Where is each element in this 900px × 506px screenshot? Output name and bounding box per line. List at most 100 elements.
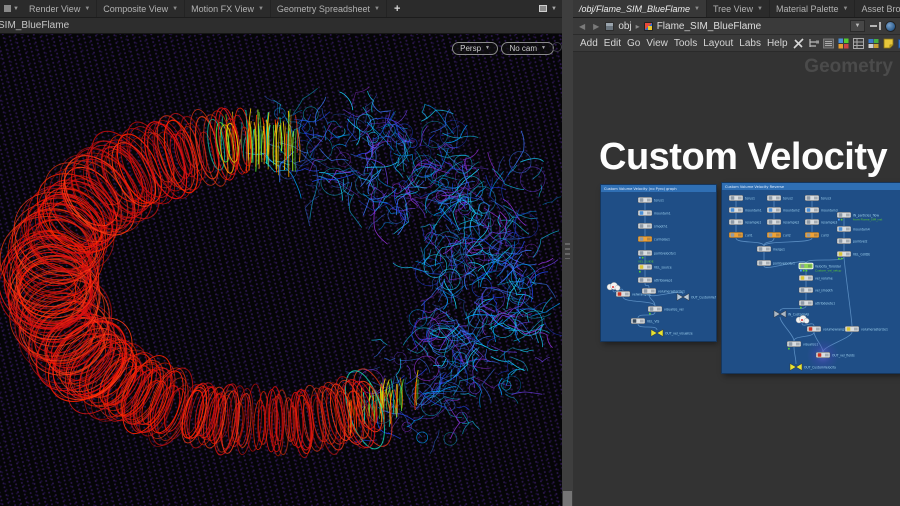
viewport-radial-icon[interactable] — [552, 42, 562, 52]
svg-text:smooth1: smooth1 — [654, 224, 668, 228]
viewer-path-bar[interactable]: SIM_BlueFlame — [0, 18, 562, 34]
tutorial-title: Custom Velocity — [599, 136, 887, 179]
svg-text:volumerasterize1: volumerasterize1 — [861, 327, 888, 331]
svg-text:resample3: resample3 — [821, 220, 837, 224]
breadcrumb-current[interactable]: Flame_SIM_BlueFlame — [657, 21, 761, 32]
svg-text:curlnoise1: curlnoise1 — [654, 237, 670, 241]
svg-text:merge1: merge1 — [773, 247, 785, 251]
pin-path-icon[interactable] — [869, 21, 881, 31]
scene-viewport[interactable]: Persp ▼ No cam ▼ — [0, 34, 562, 506]
custom-velocity-graph-2-canvas[interactable]: Custom Volume Velocity Reversetorus1moun… — [722, 183, 900, 373]
svg-text:mountain1: mountain1 — [654, 211, 671, 215]
path-dropdown-button[interactable]: ▼ — [850, 20, 865, 32]
tree-list-icon[interactable] — [807, 37, 820, 50]
svg-text:resample1: resample1 — [745, 220, 761, 224]
sticky-note-icon[interactable] — [882, 37, 895, 50]
breadcrumb-root[interactable]: obj — [618, 21, 631, 32]
svg-text:torus1: torus1 — [654, 198, 664, 202]
custom-velocity-graph-1-canvas[interactable]: Custom Volume Velocity (no Pyro) graph to… — [601, 185, 716, 341]
svg-text:mountain4: mountain4 — [853, 227, 870, 231]
svg-text:VEL GUIDE: VEL GUIDE — [638, 260, 654, 264]
svg-text:torus2: torus2 — [783, 196, 793, 200]
svg-text:mountain3: mountain3 — [821, 208, 838, 212]
menu-go[interactable]: Go — [624, 38, 643, 49]
radial-menu-icon[interactable] — [885, 21, 896, 32]
svg-text:vel_volume: vel_volume — [815, 276, 833, 280]
pane-controls[interactable]: ▼ — [534, 0, 562, 17]
new-tab-button[interactable]: + — [387, 0, 407, 17]
tab-motion-fx-view[interactable]: Motion FX View▼ — [185, 0, 271, 17]
menu-labs[interactable]: Labs — [736, 38, 764, 49]
svg-text:VEL_VIS: VEL_VIS — [647, 319, 659, 323]
breadcrumb-separator-icon: ▸ — [636, 22, 640, 31]
left-pane-tabbar: ▼Render View▼Composite View▼Motion FX Vi… — [0, 0, 562, 18]
svg-text:pointvel2: pointvel2 — [853, 239, 867, 243]
network-menubar: AddEditGoViewToolsLayoutLabsHelp — [573, 35, 900, 52]
menu-add[interactable]: Add — [577, 38, 601, 49]
svg-text:from Flame_SIM_net: from Flame_SIM_net — [853, 218, 883, 222]
network-type-watermark: Geometry — [804, 56, 893, 78]
tools-icon[interactable] — [792, 37, 805, 50]
obj-network-icon — [605, 22, 614, 31]
svg-text:vel_smooth: vel_smooth — [815, 288, 833, 292]
geometry-node-icon — [644, 22, 653, 31]
svg-text:VEL_source: VEL_source — [654, 265, 672, 269]
menu-layout[interactable]: Layout — [700, 38, 736, 49]
tab-obj-flame-sim-blueflame[interactable]: /obj/Flame_SIM_BlueFlame▼ — [573, 0, 707, 17]
tab-geometry-spreadsheet[interactable]: Geometry Spreadsheet▼ — [271, 0, 387, 17]
chevron-down-icon: ▼ — [757, 6, 763, 12]
menu-tools[interactable]: Tools — [671, 38, 700, 49]
svg-text:OUT_CustomVelocity: OUT_CustomVelocity — [804, 366, 836, 370]
tab-tree-view[interactable]: Tree View▼ — [707, 0, 770, 17]
tab-composite-view[interactable]: Composite View▼ — [97, 0, 185, 17]
houdini-window: ▼Render View▼Composite View▼Motion FX Vi… — [0, 0, 900, 506]
chevron-down-icon: ▼ — [694, 6, 700, 12]
breadcrumb: ◀ ▶ obj ▸ Flame_SIM_BlueFlame ▼ — [573, 18, 900, 35]
forward-button[interactable]: ▶ — [591, 22, 601, 31]
splitter-scroll-handle[interactable] — [563, 491, 572, 506]
pane-grid-icon[interactable]: ▼ — [0, 0, 23, 17]
menu-view[interactable]: View — [643, 38, 671, 49]
edit-note-icon[interactable] — [897, 37, 900, 50]
custom-velocity-graph-2[interactable]: Custom Volume Velocity Reversetorus1moun… — [722, 183, 900, 373]
pane-splitter[interactable] — [562, 0, 573, 506]
svg-text:volumerasterize1: volumerasterize1 — [658, 289, 685, 293]
pane-layout-icon[interactable] — [539, 5, 547, 12]
tab-asset-browser[interactable]: Asset Browser▼ — [855, 0, 900, 17]
chevron-down-icon: ▼ — [551, 6, 557, 12]
custom-velocity-graph-1[interactable]: Custom Volume Velocity (no Pyro) graph to… — [601, 185, 716, 341]
network-editor[interactable]: Geometry Custom Velocity Custom Volume V… — [573, 52, 900, 506]
svg-text:mountain1: mountain1 — [745, 208, 762, 212]
viewer-pane: ▼Render View▼Composite View▼Motion FX Vi… — [0, 0, 562, 506]
chevron-down-icon: ▼ — [258, 6, 264, 12]
svg-text:OUT_CustomVelVol: OUT_CustomVelVol — [691, 296, 716, 300]
palette-grid-icon[interactable] — [867, 37, 880, 50]
svg-text:pointvelocity1: pointvelocity1 — [773, 261, 795, 265]
tab-render-view[interactable]: Render View▼ — [23, 0, 97, 17]
color-grid-icon[interactable] — [837, 37, 850, 50]
svg-text:curl3: curl3 — [821, 233, 829, 237]
camera-select-button[interactable]: No cam ▼ — [501, 42, 554, 55]
svg-text:torus3: torus3 — [821, 196, 831, 200]
svg-text:curl1: curl1 — [745, 233, 753, 237]
list-icon[interactable] — [822, 37, 835, 50]
menu-edit[interactable]: Edit — [601, 38, 624, 49]
svg-text:visualize_vel: visualize_vel — [664, 307, 684, 311]
back-button[interactable]: ◀ — [577, 22, 587, 31]
svg-text:OUT_vel_fields: OUT_vel_fields — [832, 353, 855, 357]
network-pane: /obj/Flame_SIM_BlueFlame▼Tree View▼Mater… — [573, 0, 900, 506]
svg-text:attribdelete1: attribdelete1 — [815, 301, 835, 305]
svg-text:Custom Volume Velocity (no Pyr: Custom Volume Velocity (no Pyro) graph — [604, 187, 677, 191]
row-grid-icon[interactable] — [852, 37, 865, 50]
splitter-grip[interactable] — [565, 243, 570, 259]
viewer-path-text: SIM_BlueFlame — [0, 20, 69, 31]
svg-text:torus1: torus1 — [745, 196, 755, 200]
tab-material-palette[interactable]: Material Palette▼ — [770, 0, 855, 17]
chevron-down-icon: ▼ — [374, 6, 380, 12]
menu-help[interactable]: Help — [764, 38, 791, 49]
chevron-down-icon: ▼ — [172, 6, 178, 12]
network-pane-tabbar: /obj/Flame_SIM_BlueFlame▼Tree View▼Mater… — [573, 0, 900, 18]
viewport-canvas[interactable] — [0, 34, 562, 506]
camera-persp-button[interactable]: Persp ▼ — [452, 42, 498, 55]
svg-text:Custom_vel_setup: Custom_vel_setup — [815, 269, 842, 273]
